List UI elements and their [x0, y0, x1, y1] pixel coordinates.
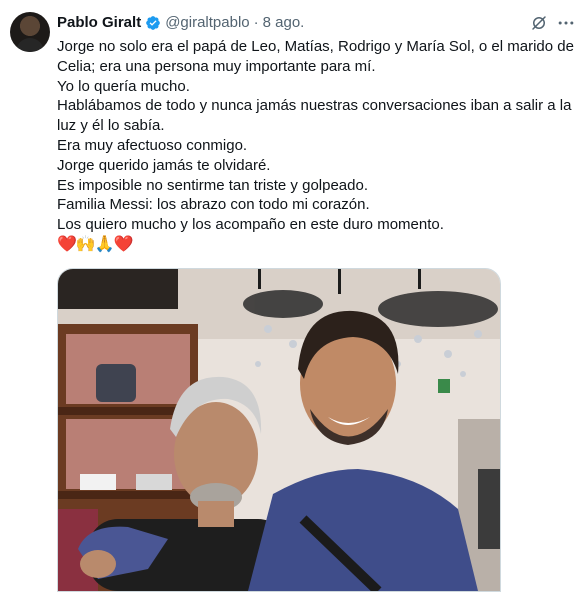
tweet-header: Pablo Giralt @giraltpablo · 8 ago.	[57, 14, 304, 31]
author-handle[interactable]: @giraltpablo	[165, 14, 249, 31]
more-options-icon[interactable]	[556, 13, 576, 33]
tweet-line: Es imposible no sentirme tan triste y go…	[57, 176, 368, 194]
author-avatar[interactable]	[10, 12, 50, 52]
tweet-line: Jorge no solo era el papá de Leo, Matías…	[57, 38, 574, 75]
tweet-emojis: ❤️🙌🙏❤️	[57, 235, 134, 253]
tweet-body: Jorge no solo era el papá de Leo, Matías…	[57, 37, 579, 255]
photo-two-men-illustration	[58, 269, 500, 591]
tweet-line: Los quiero mucho y los acompaño en este …	[57, 216, 444, 234]
tweet-photo[interactable]	[57, 268, 501, 592]
author-display-name[interactable]: Pablo Giralt	[57, 14, 141, 31]
grok-icon[interactable]	[530, 14, 548, 32]
tweet-line: Era muy afectuoso conmigo.	[57, 136, 248, 154]
tweet-line: Jorge querido jamás te olvidaré.	[57, 156, 271, 174]
tweet-line: Familia Messi: los abrazo con todo mi co…	[57, 196, 370, 214]
tweet-date[interactable]: 8 ago.	[263, 14, 305, 31]
tweet-line: Hablábamos de todo y nunca jamás nuestra…	[57, 97, 572, 135]
separator-dot: ·	[253, 14, 259, 31]
verified-badge-icon[interactable]	[145, 15, 161, 31]
tweet-line: Yo lo quería mucho.	[57, 77, 190, 95]
